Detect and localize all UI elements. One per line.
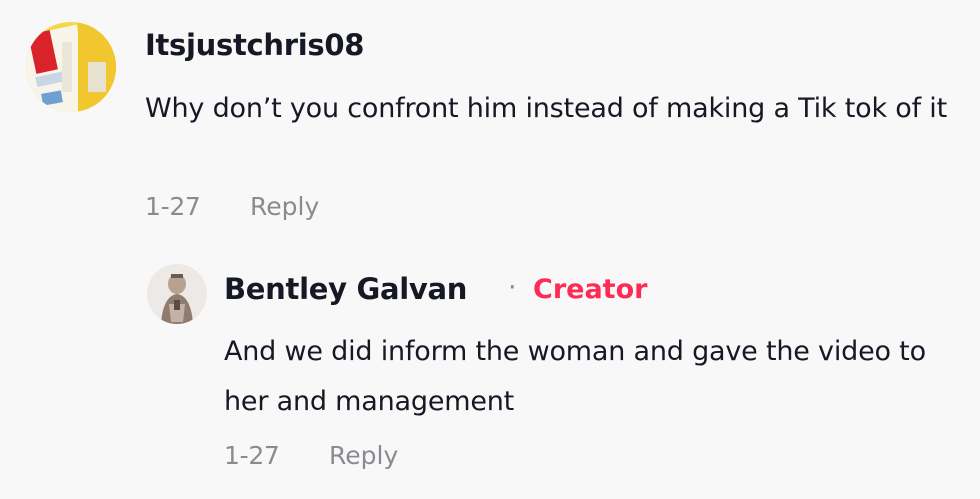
reply-text: And we did inform the woman and gave the… bbox=[224, 336, 926, 417]
reply-date: 1-27 bbox=[224, 441, 280, 470]
reply-username[interactable]: Bentley Galvan bbox=[224, 272, 467, 306]
creator-badge: Creator bbox=[533, 274, 648, 305]
comment-date: 1-27 bbox=[145, 192, 201, 221]
username-separator: · bbox=[508, 272, 517, 303]
user-avatar[interactable] bbox=[26, 22, 116, 112]
avatar-image-icon bbox=[26, 22, 116, 112]
creator-avatar[interactable] bbox=[147, 264, 207, 324]
reply-button[interactable]: Reply bbox=[329, 441, 398, 470]
reply-button[interactable]: Reply bbox=[250, 192, 319, 221]
avatar-image-icon bbox=[147, 264, 207, 324]
comment-username[interactable]: Itsjustchris08 bbox=[145, 28, 364, 62]
comment-text: Why don’t you confront him instead of ma… bbox=[145, 93, 947, 124]
